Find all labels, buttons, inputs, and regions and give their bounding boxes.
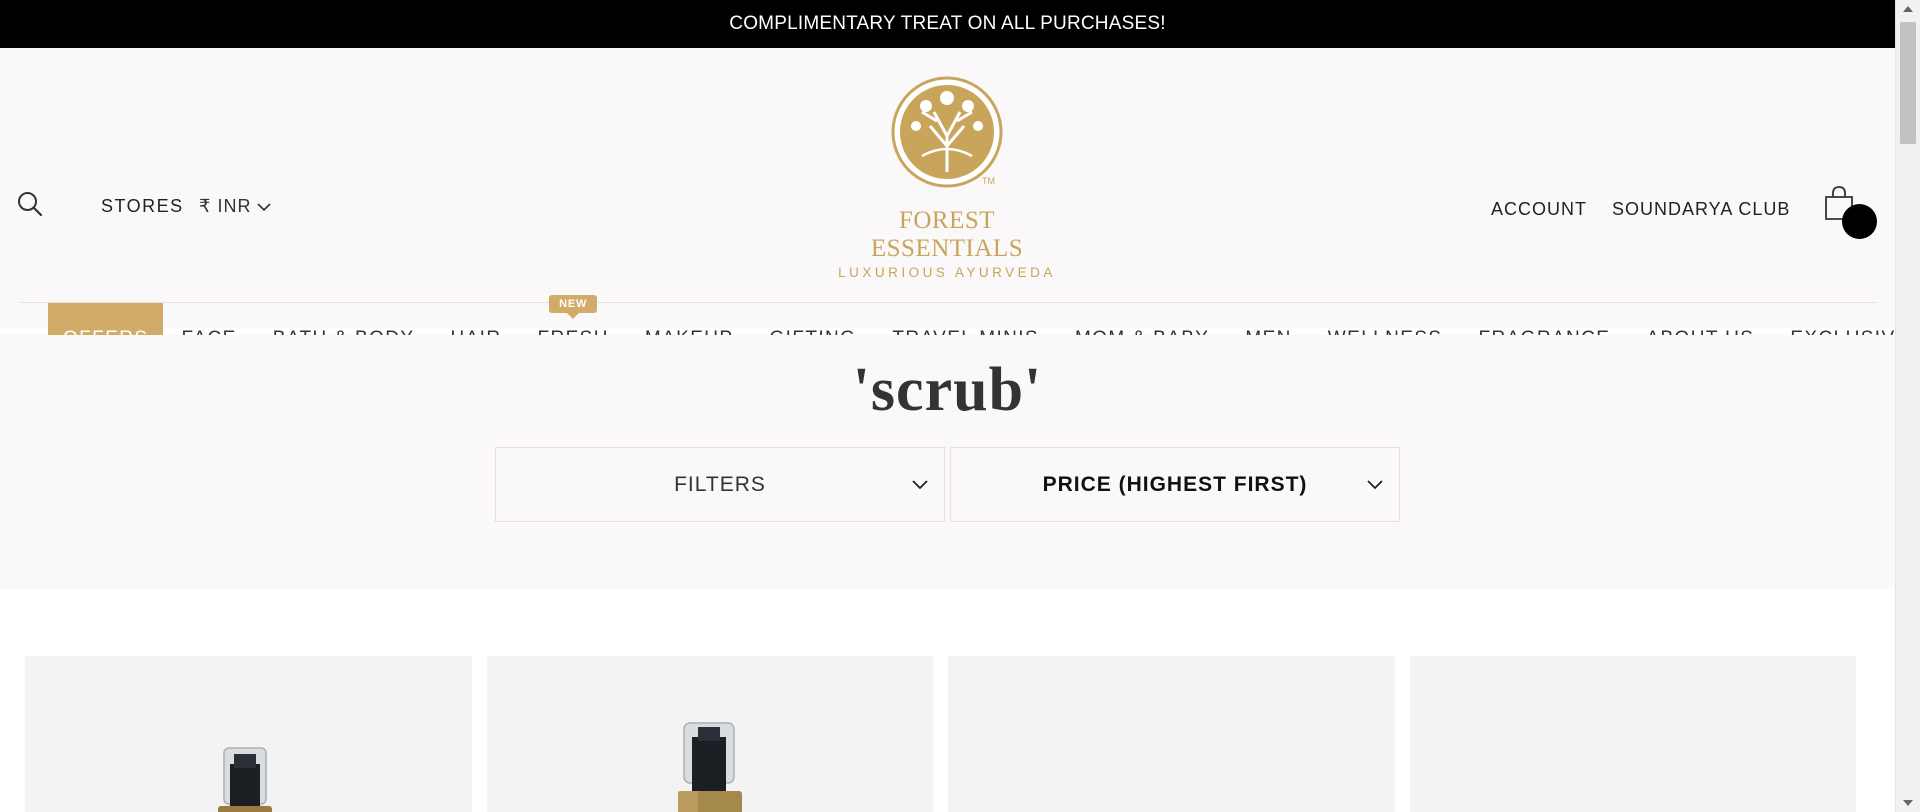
currency-label: ₹ INR [199, 196, 252, 216]
search-results-header: 'scrub' FILTERS PRICE (HIGHEST FIRST) [0, 335, 1895, 589]
search-icon[interactable] [16, 190, 44, 218]
filters-label: FILTERS [674, 472, 766, 496]
announcement-text: COMPLIMENTARY TREAT ON ALL PURCHASES! [729, 13, 1166, 34]
header-top: STORES ₹ INR TM FOREST ESSENTIALS LUXURI… [0, 48, 1895, 280]
logo-brand-name: FOREST ESSENTIALS [870, 207, 1024, 262]
currency-selector[interactable]: ₹ INR [199, 196, 272, 217]
product-image [218, 747, 272, 812]
sort-dropdown[interactable]: PRICE (HIGHEST FIRST) [950, 447, 1400, 522]
chevron-down-icon [257, 202, 272, 211]
sort-label: PRICE (HIGHEST FIRST) [1042, 472, 1308, 496]
logo-tagline: LUXURIOUS AYURVEDA [838, 265, 1056, 280]
scroll-down-arrow-icon[interactable] [1903, 800, 1913, 806]
page-title: 'scrub' [852, 356, 1043, 424]
new-badge: NEW [549, 295, 598, 313]
cart-count-badge[interactable] [1842, 204, 1877, 239]
filters-dropdown[interactable]: FILTERS [495, 447, 945, 522]
scrollbar-thumb[interactable] [1900, 22, 1916, 144]
announcement-bar: COMPLIMENTARY TREAT ON ALL PURCHASES! [0, 0, 1895, 48]
stores-link[interactable]: STORES [101, 196, 184, 217]
chevron-down-icon [1367, 480, 1383, 490]
product-card[interactable] [1409, 656, 1856, 812]
product-grid [25, 656, 1856, 812]
account-link[interactable]: ACCOUNT [1491, 199, 1587, 220]
product-card[interactable] [486, 656, 933, 812]
product-card[interactable] [25, 656, 472, 812]
tree-emblem-icon: TM [891, 76, 1003, 188]
chevron-down-icon [912, 480, 928, 490]
logo-tm: TM [982, 176, 995, 186]
scroll-up-arrow-icon[interactable] [1903, 6, 1913, 12]
soundarya-club-link[interactable]: SOUNDARYA CLUB [1612, 199, 1790, 220]
scrollbar[interactable] [1895, 0, 1920, 812]
site-header: STORES ₹ INR TM FOREST ESSENTIALS LUXURI… [0, 48, 1895, 375]
page: COMPLIMENTARY TREAT ON ALL PURCHASES! ST… [0, 0, 1895, 812]
product-card[interactable] [948, 656, 1395, 812]
brand-logo[interactable]: TM FOREST ESSENTIALS LUXURIOUS AYURVEDA [830, 76, 1064, 280]
product-image [677, 722, 742, 812]
